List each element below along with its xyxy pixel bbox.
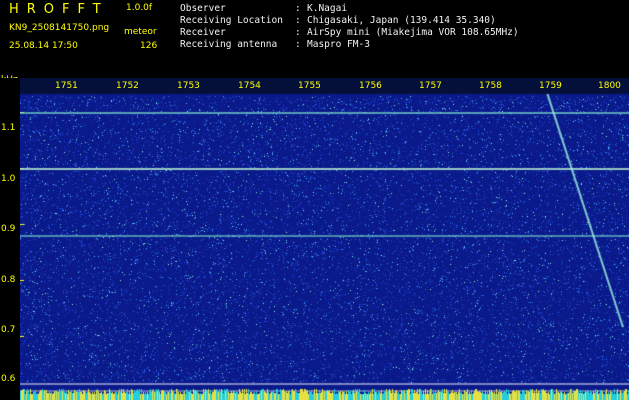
receiver-colon: : <box>295 27 301 38</box>
location-value: Chigasaki, Japan (139.414 35.340) <box>307 15 496 26</box>
x-tick-label: 1800 <box>598 81 621 91</box>
observer-label: Observer <box>180 3 226 14</box>
antenna-label: Receiving antenna <box>180 39 278 50</box>
x-tick-label: 1759 <box>539 81 562 91</box>
x-tick-label: 1757 <box>419 81 442 91</box>
antenna-value: Maspro FM-3 <box>307 39 370 50</box>
x-tick-label: 1756 <box>359 81 382 91</box>
y-tick-label: 0.8 <box>1 275 16 285</box>
datetime-label: 25.08.14 17:50 <box>9 41 78 51</box>
y-tick-label: 1.0 <box>1 174 16 184</box>
receiver-label: Receiver <box>180 27 226 38</box>
antenna-colon: : <box>295 39 301 50</box>
x-tick-label: 1752 <box>116 81 139 91</box>
file-name: KN9_2508141750.png <box>9 23 110 33</box>
x-tick-label: 1758 <box>479 81 502 91</box>
receiver-value: AirSpy mini (Miakejima VOR 108.65MHz) <box>307 27 519 38</box>
header-panel: HROFFT 1.0.0f KN9_2508141750.png meteor … <box>0 0 629 78</box>
y-tick-label: 0.6 <box>1 374 16 384</box>
app-title: HROFFT <box>9 2 109 17</box>
y-tick-label: 0.7 <box>1 325 16 335</box>
y-tick-label: 1.1 <box>1 123 16 133</box>
x-tick-label: 1755 <box>298 81 321 91</box>
detection-count: 126 <box>140 41 158 51</box>
y-tick-label: 0.9 <box>1 224 16 234</box>
x-tick-label: 1753 <box>177 81 200 91</box>
observer-colon: : <box>295 3 301 14</box>
location-colon: : <box>295 15 301 26</box>
observer-value: K.Nagai <box>307 3 348 14</box>
y-axis: 1.1 1.0 0.9 0.8 0.7 0.6 <box>0 78 20 400</box>
x-tick-label: 1751 <box>55 81 78 91</box>
spectrogram-canvas <box>20 78 629 400</box>
app-version: 1.0.0f <box>126 3 153 13</box>
spectrogram-plot: 1751 1752 1753 1754 1755 1756 1757 1758 … <box>20 78 629 400</box>
x-tick-label: 1754 <box>238 81 261 91</box>
mode-label: meteor <box>124 27 157 37</box>
location-label: Receiving Location <box>180 15 283 26</box>
